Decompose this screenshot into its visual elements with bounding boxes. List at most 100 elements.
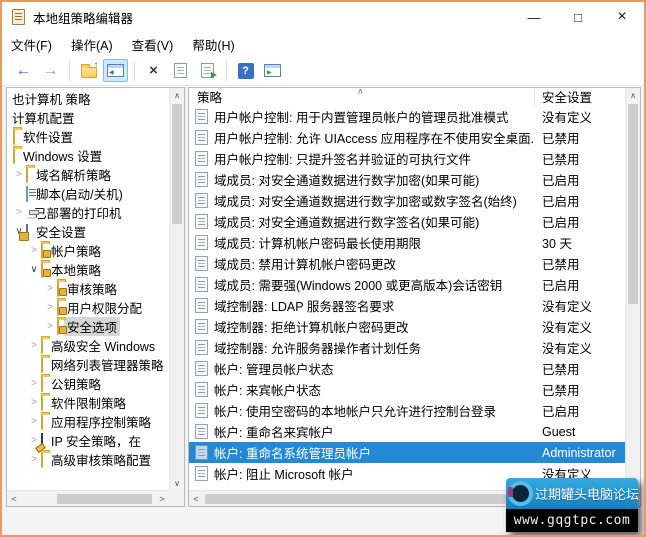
scroll-up-icon[interactable]: ∧: [626, 88, 640, 102]
security-setting-value: 没有定义: [535, 317, 625, 336]
properties-button[interactable]: [168, 59, 193, 82]
scroll-up-icon[interactable]: ∧: [170, 88, 184, 102]
policy-row[interactable]: 域成员: 禁用计算机帐户密码更改已禁用: [189, 253, 625, 274]
list-vertical-scrollbar[interactable]: ∧ ∨: [625, 88, 640, 490]
tree-item[interactable]: >公钥策略: [7, 374, 169, 393]
policy-row[interactable]: 域控制器: LDAP 服务器签名要求没有定义: [189, 295, 625, 316]
tree-item[interactable]: > 域名解析策略: [7, 165, 169, 184]
menu-view[interactable]: 查看(V): [132, 35, 174, 54]
security-setting-value: 没有定义: [535, 296, 625, 315]
close-button[interactable]: ×: [600, 2, 644, 32]
tree-vertical-scrollbar[interactable]: ∧ ∨: [169, 88, 184, 490]
policy-document-icon: [195, 445, 208, 460]
policy-name: 帐户: 重命名系统管理员帐户: [214, 443, 371, 462]
tree-item[interactable]: >用户权限分配: [7, 298, 169, 317]
tree-item[interactable]: >应用程序控制策略: [7, 412, 169, 431]
policy-row[interactable]: 域成员: 需要强(Windows 2000 或更高版本)会话密钥已启用: [189, 274, 625, 295]
back-button[interactable]: ←: [11, 59, 36, 82]
menu-action[interactable]: 操作(A): [71, 35, 113, 54]
chevron-collapsed-icon[interactable]: >: [27, 378, 41, 389]
chevron-collapsed-icon[interactable]: >: [27, 397, 41, 408]
security-setting-value: Guest: [535, 425, 625, 439]
tree-vscroll-thumb[interactable]: [172, 104, 182, 224]
chevron-collapsed-icon[interactable]: >: [27, 340, 41, 351]
tree-item[interactable]: >IP 安全策略，在: [7, 431, 169, 450]
policy-name: 域成员: 对安全通道数据进行数字签名(如果可能): [214, 212, 479, 231]
tree-horizontal-scrollbar[interactable]: < >: [7, 490, 169, 506]
delete-button[interactable]: ×: [141, 59, 166, 82]
policy-row[interactable]: 域成员: 对安全通道数据进行数字加密或数字签名(始终)已启用: [189, 190, 625, 211]
tree-item[interactable]: ∨本地策略: [7, 260, 169, 279]
policy-row[interactable]: 帐户: 来宾帐户状态已禁用: [189, 379, 625, 400]
chevron-collapsed-icon[interactable]: >: [27, 454, 41, 465]
menu-file[interactable]: 文件(F): [11, 35, 52, 54]
tree-item-label: 高级安全 Windows: [48, 336, 158, 355]
policy-row[interactable]: 用户帐户控制: 允许 UIAccess 应用程序在不使用安全桌面...已禁用: [189, 127, 625, 148]
scroll-right-icon[interactable]: >: [155, 491, 169, 506]
folder-lock-icon: [41, 244, 43, 258]
policy-row[interactable]: 域成员: 计算机帐户密码最长使用期限30 天: [189, 232, 625, 253]
chevron-collapsed-icon[interactable]: >: [43, 302, 57, 313]
tree-hscroll-thumb[interactable]: [57, 494, 152, 504]
chevron-collapsed-icon[interactable]: >: [43, 321, 57, 332]
policy-row[interactable]: 帐户: 重命名来宾帐户Guest: [189, 421, 625, 442]
newwindow-button[interactable]: [260, 59, 285, 82]
forward-button[interactable]: →: [38, 59, 63, 82]
maximize-button[interactable]: □: [556, 2, 600, 32]
column-header-policy[interactable]: 策略 ∧: [189, 88, 535, 106]
scroll-down-icon[interactable]: ∨: [170, 476, 184, 490]
list-vscroll-thumb[interactable]: [628, 104, 638, 304]
chevron-collapsed-icon[interactable]: >: [27, 245, 41, 256]
toolbar-separator: [69, 61, 70, 81]
column-header-setting[interactable]: 安全设置: [535, 88, 625, 106]
policy-row[interactable]: 域成员: 对安全通道数据进行数字签名(如果可能)已启用: [189, 211, 625, 232]
policy-row[interactable]: 域控制器: 拒绝计算机帐户密码更改没有定义: [189, 316, 625, 337]
back-icon: ←: [16, 62, 32, 80]
tree-item[interactable]: 也计算机 策略: [7, 89, 169, 108]
tree-item[interactable]: >帐户策略: [7, 241, 169, 260]
minimize-button[interactable]: —: [512, 2, 556, 32]
upfolder-button[interactable]: ↑: [76, 59, 101, 82]
tree-item[interactable]: Windows 设置: [7, 146, 169, 165]
consoletree-icon: [107, 64, 124, 77]
tree-item[interactable]: 网络列表管理器策略: [7, 355, 169, 374]
tree-item[interactable]: 软件设置: [7, 127, 169, 146]
tree-item-label: 域名解析策略: [33, 165, 114, 184]
policy-row[interactable]: 用户帐户控制: 只提升签名并验证的可执行文件已禁用: [189, 148, 625, 169]
policy-name: 帐户: 阻止 Microsoft 帐户: [214, 464, 354, 483]
tree-item[interactable]: >高级审核策略配置: [7, 450, 169, 469]
policy-cell: 域成员: 计算机帐户密码最长使用期限: [189, 233, 535, 252]
scroll-left-icon[interactable]: <: [7, 491, 21, 506]
security-setting-value: 已启用: [535, 401, 625, 420]
security-icon: [26, 225, 28, 239]
tree-item[interactable]: > 高级安全 Windows: [7, 336, 169, 355]
policy-row[interactable]: 域成员: 对安全通道数据进行数字加密(如果可能)已启用: [189, 169, 625, 190]
consoletree-button[interactable]: [103, 59, 128, 82]
exportlist-icon: [201, 63, 214, 78]
exportlist-button[interactable]: [195, 59, 220, 82]
menu-help[interactable]: 帮助(H): [192, 35, 234, 54]
tree-item[interactable]: >安全选项: [7, 317, 169, 336]
tree-item[interactable]: >已部署的打印机: [7, 203, 169, 222]
chevron-collapsed-icon[interactable]: >: [12, 169, 26, 180]
policy-row[interactable]: 帐户: 重命名系统管理员帐户Administrator: [189, 442, 625, 463]
tree-item[interactable]: ∨安全设置: [7, 222, 169, 241]
scroll-left-icon[interactable]: <: [189, 491, 203, 506]
tree-item[interactable]: >审核策略: [7, 279, 169, 298]
policy-row[interactable]: 域控制器: 允许服务器操作者计划任务没有定义: [189, 337, 625, 358]
policy-document-icon: [195, 235, 208, 250]
chevron-collapsed-icon[interactable]: >: [43, 283, 57, 294]
policy-cell: 域成员: 对安全通道数据进行数字签名(如果可能): [189, 212, 535, 231]
policy-row[interactable]: 帐户: 管理员帐户状态已禁用: [189, 358, 625, 379]
tree-item[interactable]: 脚本(启动/关机): [7, 184, 169, 203]
policy-row[interactable]: 帐户: 使用空密码的本地帐户只允许进行控制台登录已启用: [189, 400, 625, 421]
chevron-collapsed-icon[interactable]: >: [27, 416, 41, 427]
chevron-collapsed-icon[interactable]: >: [12, 207, 26, 218]
policy-name: 帐户: 来宾帐户状态: [214, 380, 321, 399]
policy-row[interactable]: 用户帐户控制: 用于内置管理员帐户的管理员批准模式没有定义: [189, 106, 625, 127]
help-button[interactable]: ?: [233, 59, 258, 82]
chevron-expanded-icon[interactable]: ∨: [27, 264, 41, 275]
tree-item[interactable]: 计算机配置: [7, 108, 169, 127]
tree-item[interactable]: >软件限制策略: [7, 393, 169, 412]
toolbar: ← → ↑ ×?: [2, 56, 644, 86]
